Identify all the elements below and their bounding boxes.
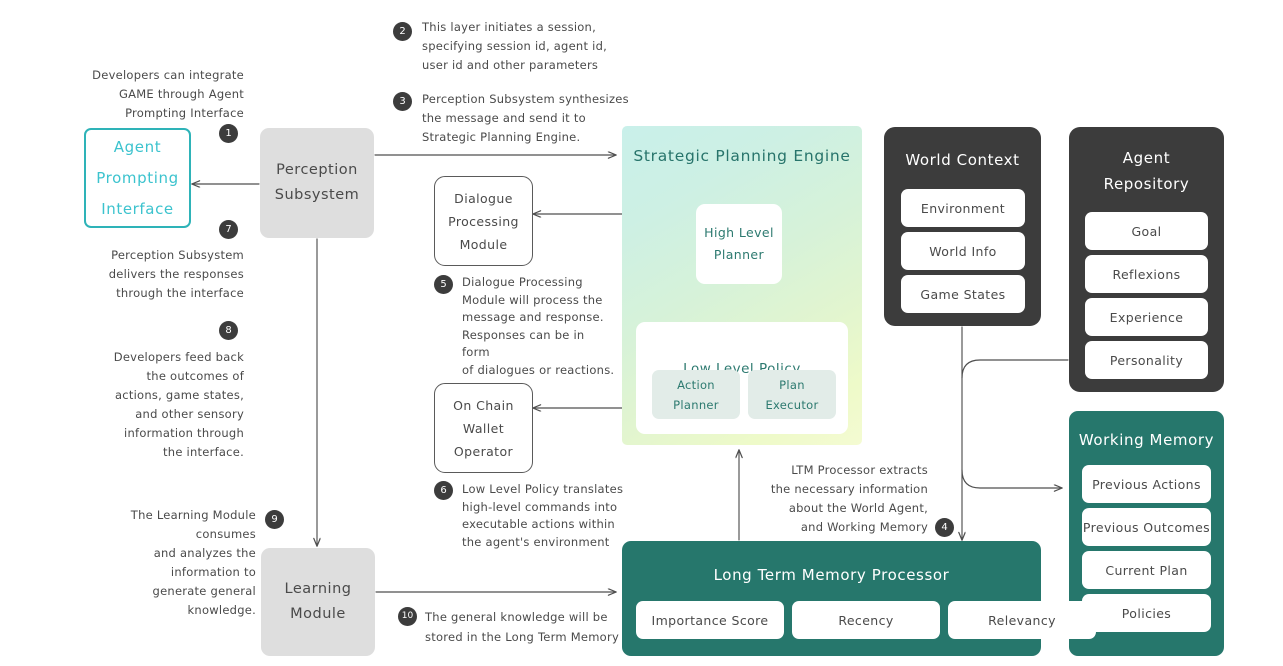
- node-learning-module[interactable]: Learning Module: [261, 548, 375, 656]
- annotation-1-text: Developers can integrate GAME through Ag…: [92, 68, 244, 120]
- node-dialogue-processing-module[interactable]: Dialogue Processing Module: [434, 176, 533, 266]
- ltm-item-importance-score[interactable]: Importance Score: [636, 601, 784, 639]
- panel-strategic-planning-engine: Strategic Planning Engine High Level Pla…: [622, 126, 862, 445]
- annotation-10-badge: 10: [398, 607, 417, 626]
- annotation-6-text: Low Level Policy translates high-level c…: [462, 482, 624, 549]
- agent-repository-item-experience[interactable]: Experience: [1085, 298, 1208, 336]
- node-plan-executor[interactable]: Plan Executor: [748, 370, 836, 419]
- working-memory-item-current-plan[interactable]: Current Plan: [1082, 551, 1211, 589]
- world-context-item-world-info[interactable]: World Info: [901, 232, 1025, 270]
- node-agent-prompting-interface[interactable]: Agent Prompting Interface: [84, 128, 191, 228]
- working-memory-item-previous-outcomes[interactable]: Previous Outcomes: [1082, 508, 1211, 546]
- strategic-planning-engine-title: Strategic Planning Engine: [633, 147, 851, 165]
- node-perception-subsystem[interactable]: Perception Subsystem: [260, 128, 374, 238]
- annotation-9-text: The Learning Module consumes and analyze…: [130, 508, 256, 617]
- panel-agent-repository: Agent Repository Goal Reflexions Experie…: [1069, 127, 1224, 392]
- long-term-memory-processor-title: Long Term Memory Processor: [713, 566, 950, 584]
- ltm-item-recency[interactable]: Recency: [792, 601, 940, 639]
- agent-repository-item-personality[interactable]: Personality: [1085, 341, 1208, 379]
- agent-repository-item-reflexions[interactable]: Reflexions: [1085, 255, 1208, 293]
- world-context-item-game-states[interactable]: Game States: [901, 275, 1025, 313]
- node-on-chain-wallet-operator[interactable]: On Chain Wallet Operator: [434, 383, 533, 473]
- agent-repository-item-goal[interactable]: Goal: [1085, 212, 1208, 250]
- panel-low-level-policy: Low Level Policy Action Planner Plan Exe…: [636, 322, 848, 434]
- panel-world-context: World Context Environment World Info Gam…: [884, 127, 1041, 326]
- annotation-7-text: Perception Subsystem delivers the respon…: [108, 248, 244, 300]
- node-high-level-planner[interactable]: High Level Planner: [696, 204, 782, 284]
- annotation-7-badge: 7: [219, 220, 238, 239]
- annotation-5-badge: 5: [434, 275, 453, 294]
- annotation-8-text: Developers feed back the outcomes of act…: [113, 350, 244, 459]
- node-action-planner[interactable]: Action Planner: [652, 370, 740, 419]
- annotation-4-badge: 4: [935, 518, 954, 537]
- ltm-item-relevancy[interactable]: Relevancy: [948, 601, 1096, 639]
- annotation-10-text: The general knowledge will be stored in …: [425, 610, 619, 644]
- annotation-6-badge: 6: [434, 481, 453, 500]
- agent-repository-title: Agent Repository: [1103, 149, 1190, 193]
- annotation-8-badge: 8: [219, 321, 238, 340]
- annotation-1-badge: 1: [219, 124, 238, 143]
- panel-long-term-memory-processor: Long Term Memory Processor Importance Sc…: [622, 541, 1096, 656]
- annotation-3-badge: 3: [393, 92, 412, 111]
- annotation-2-badge: 2: [393, 22, 412, 41]
- working-memory-title: Working Memory: [1078, 431, 1215, 449]
- working-memory-item-policies[interactable]: Policies: [1082, 594, 1211, 632]
- world-context-item-environment[interactable]: Environment: [901, 189, 1025, 227]
- world-context-title: World Context: [905, 151, 1020, 169]
- annotation-9-badge: 9: [265, 510, 284, 529]
- annotation-2-text: This layer initiates a session, specifyi…: [422, 20, 608, 72]
- annotation-5-text: Dialogue Processing Module will process …: [462, 275, 615, 377]
- working-memory-item-previous-actions[interactable]: Previous Actions: [1082, 465, 1211, 503]
- diagram-canvas: Developers can integrate GAME through Ag…: [0, 0, 1283, 666]
- annotation-4-text: LTM Processor extracts the necessary inf…: [770, 463, 928, 534]
